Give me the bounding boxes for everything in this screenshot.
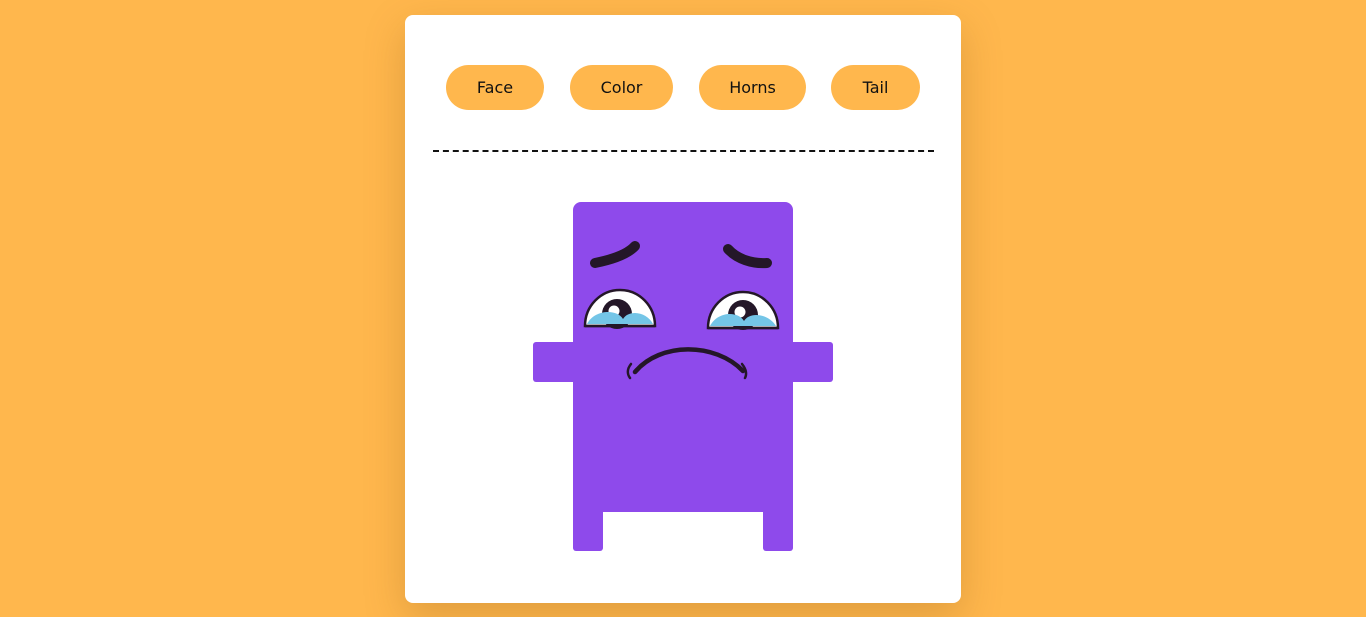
right-arm bbox=[787, 342, 833, 382]
left-arm bbox=[533, 342, 579, 382]
monster-body bbox=[573, 202, 793, 512]
monster-builder-card: Face Color Horns Tail bbox=[405, 15, 961, 603]
monster-illustration bbox=[533, 202, 833, 551]
